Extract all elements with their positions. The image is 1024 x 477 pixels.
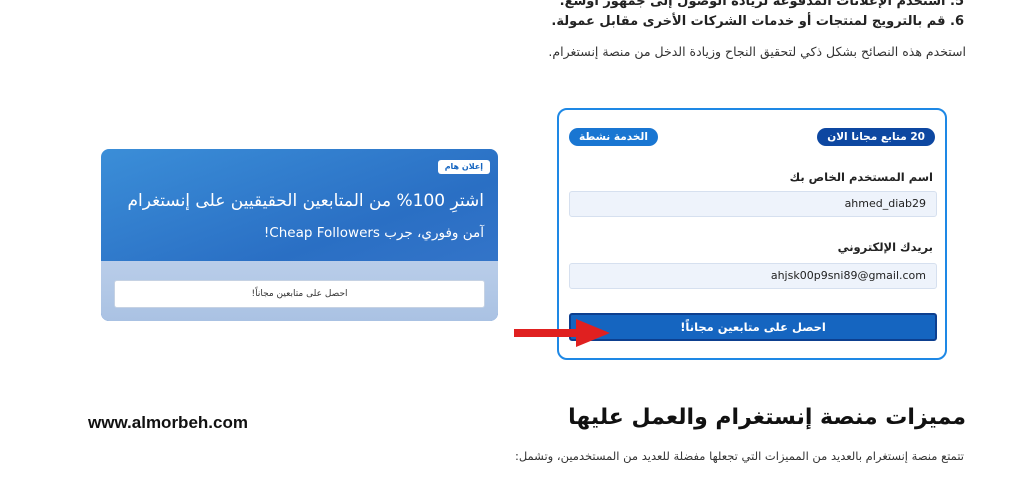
- email-label: بريدك الإلكتروني: [837, 240, 933, 254]
- ad-button[interactable]: احصل على متابعين مجاناً!: [114, 280, 485, 308]
- article-paragraph: استخدم هذه النصائح بشكل ذكي لتحقيق النجا…: [548, 44, 966, 59]
- status-badge: الخدمة نشطة: [569, 128, 658, 146]
- username-input[interactable]: ahmed_diab29: [569, 191, 937, 217]
- site-url: www.almorbeh.com: [88, 413, 248, 432]
- list-item-6: 6. قم بالترويج لمنتجات أو خدمات الشركات …: [551, 14, 964, 29]
- email-input[interactable]: ahjsk00p9sni89@gmail.com: [569, 263, 937, 289]
- red-arrow-icon: [514, 319, 610, 347]
- ad-title: اشترِ 100% من المتابعين الحقيقيين على إن…: [127, 191, 484, 211]
- free-followers-form: 20 متابع مجانا الان الخدمة نشطة اسم المس…: [557, 108, 947, 360]
- offer-badge: 20 متابع مجانا الان: [817, 128, 935, 146]
- ad-subtitle: آمن وفوري، جرب Cheap Followers!: [263, 225, 484, 241]
- ad-badge: إعلان هام: [437, 160, 490, 174]
- section-title: مميزات منصة إنستغرام والعمل عليها: [568, 405, 966, 430]
- ad-banner: إعلان هام اشترِ 100% من المتابعين الحقيق…: [101, 149, 498, 321]
- username-label: اسم المستخدم الخاص بك: [789, 170, 933, 184]
- get-free-followers-button[interactable]: احصل على متابعين مجاناً!: [569, 313, 937, 341]
- list-item-5: 5. استخدم الإعلانات المدفوعة لزيادة الوص…: [559, 0, 964, 9]
- section-text: تتمتع منصة إنستغرام بالعديد من المميزات …: [514, 449, 964, 463]
